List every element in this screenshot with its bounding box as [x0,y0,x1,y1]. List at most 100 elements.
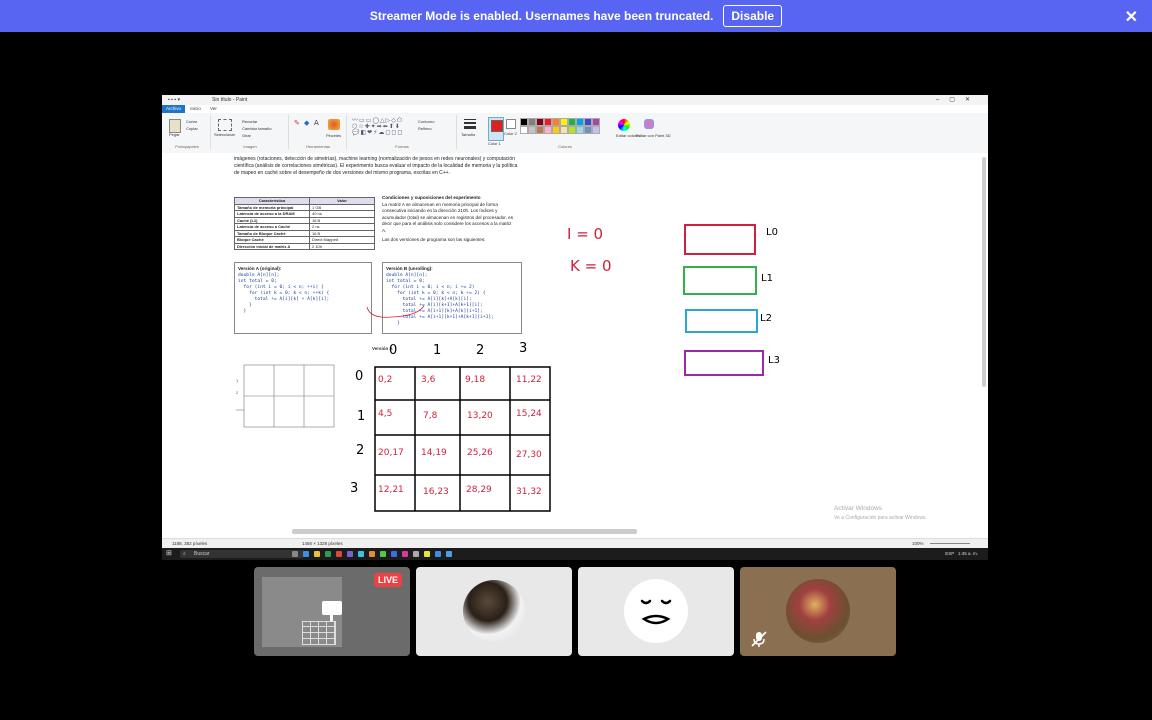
participant-tile-emoji[interactable] [578,567,734,656]
taskbar-app-icon[interactable] [369,551,375,557]
group-caption-clipboard: Portapapeles [175,144,199,149]
taskbar-app-icon[interactable] [446,551,452,557]
vertical-scrollbar[interactable] [982,157,986,387]
screen-share[interactable]: ▪ ▪ ▪ ▾ Sin título - Paint –▢✕ Archivo I… [162,95,988,560]
resize-button[interactable]: Cambiar tamaño [242,126,272,131]
taskbar-app-icon[interactable] [303,551,309,557]
palette-swatch[interactable] [584,126,592,134]
palette-swatch[interactable] [544,126,552,134]
palette-swatch[interactable] [560,126,568,134]
language-indicator[interactable]: ESP [945,551,954,556]
palette-swatch[interactable] [552,126,560,134]
color2-label: Color 2 [504,131,517,136]
copy-button[interactable]: Copiar [186,126,198,131]
size-button[interactable]: Tamaño [461,132,475,137]
matrix-cell: 16,23 [423,487,449,497]
brushes-icon[interactable] [328,119,340,130]
participant-tile-stream[interactable]: LIVE [254,567,410,656]
taskbar-app-icon[interactable] [380,551,386,557]
windows-start-icon[interactable]: ⊞ [166,548,172,560]
taskbar-app-icon[interactable] [424,551,430,557]
paint3d-icon[interactable] [644,119,654,129]
palette-swatch[interactable] [584,118,592,126]
pencil-icon[interactable]: ✎ [294,119,300,127]
fill-icon[interactable]: ◆ [304,119,309,127]
cache-line-l3 [684,350,764,376]
taskbar-app-icon[interactable] [292,551,298,557]
tab-home[interactable]: Inicio [186,105,205,113]
palette-swatch[interactable] [576,118,584,126]
disable-button[interactable]: Disable [723,5,783,27]
paste-icon[interactable] [169,119,181,133]
color2-swatch[interactable] [506,119,516,129]
palette-swatch[interactable] [576,126,584,134]
conditions-footer: Las dos versiones de programa son las si… [382,237,486,242]
zoom-slider[interactable] [930,543,970,544]
mic-muted-icon [751,631,767,647]
crop-button[interactable]: Recortar [242,119,257,124]
cut-button[interactable]: Cortar [186,119,197,124]
matrix-cell: 25,26 [467,448,493,458]
clock[interactable]: 1:45 a. m. [958,551,978,556]
row-header: 1 [357,409,366,424]
cache-line-l2 [685,309,758,333]
taskbar-app-icon[interactable] [358,551,364,557]
version-a-title: Versión A (original): [238,266,282,271]
edit-colors-icon[interactable] [618,119,630,131]
taskbar-app-icon[interactable] [413,551,419,557]
watermark-line1: Activar Windows [834,505,883,512]
table-cell: 2 10h [309,242,375,250]
taskbar-app-icon[interactable] [314,551,320,557]
size-icon[interactable] [464,119,476,129]
tab-view[interactable]: Ver [206,105,221,113]
participant-tile-cat[interactable] [416,567,572,656]
text-icon[interactable]: A [314,119,319,127]
taskbar-app-icon[interactable] [435,551,441,557]
taskbar-app-icon[interactable] [391,551,397,557]
taskbar-search[interactable]: ⌕ Buscar [180,550,304,558]
taskbar-app-icon[interactable] [402,551,408,557]
palette-swatch[interactable] [560,118,568,126]
rotate-button[interactable]: Girar [242,133,251,138]
version-a-code: double A[n][n]; int total = 0; for (int … [238,273,330,314]
face-emoji-icon [640,599,672,625]
handwritten-matrix: 0 1 2 3 0 1 2 3 0,2 3,6 9,18 11,22 4,5 7… [350,341,557,512]
paint-canvas[interactable]: imágenes (rotaciones, detección de simet… [162,153,988,538]
code-version-b: Versión B (unrolling): double A[n][n]; i… [382,262,522,334]
horizontal-scrollbar[interactable] [292,529,637,534]
taskbar-app-icon[interactable] [347,551,353,557]
shapes-gallery[interactable]: 〰▭▭◯△▷◇⬠ ⬡☆✚✦➡⬅⬆⬇ 💬◧❤⚡☁◻◻◻ [352,118,414,142]
brushes-button[interactable]: Pinceles [326,133,341,138]
palette-swatch[interactable] [592,118,600,126]
color-palette[interactable] [520,118,620,138]
live-badge: LIVE [373,573,402,587]
screen-share-icon [322,601,342,615]
palette-swatch[interactable] [528,118,536,126]
taskbar-app-icon[interactable] [325,551,331,557]
select-button[interactable]: Seleccionar [214,132,235,137]
matrix-cell: 7,8 [423,411,438,421]
palette-swatch[interactable] [536,118,544,126]
window-controls[interactable]: –▢✕ [936,95,980,105]
taskbar-app-icon[interactable] [336,551,342,557]
palette-swatch[interactable] [528,126,536,134]
outline-dropdown[interactable]: Contorno [418,119,434,124]
participant-tile-muted[interactable] [740,567,896,656]
palette-swatch[interactable] [536,126,544,134]
paste-button[interactable]: Pegar [169,132,180,137]
paint3d-button[interactable]: Editar con Paint 3D [636,133,670,138]
tab-file[interactable]: Archivo [162,105,186,113]
palette-swatch[interactable] [568,118,576,126]
group-image: Seleccionar Recortar Cambiar tamaño Gira… [212,115,289,149]
color1-selector[interactable] [488,117,504,141]
palette-swatch[interactable] [552,118,560,126]
palette-swatch[interactable] [520,126,528,134]
palette-swatch[interactable] [544,118,552,126]
palette-swatch[interactable] [568,126,576,134]
close-icon[interactable]: ✕ [1125,7,1138,27]
palette-swatch[interactable] [520,118,528,126]
fill-dropdown[interactable]: Relleno [418,126,432,131]
palette-swatch[interactable] [592,126,600,134]
doc-intro: imágenes (rotaciones, detección de simet… [234,156,518,176]
select-icon[interactable] [218,119,232,131]
